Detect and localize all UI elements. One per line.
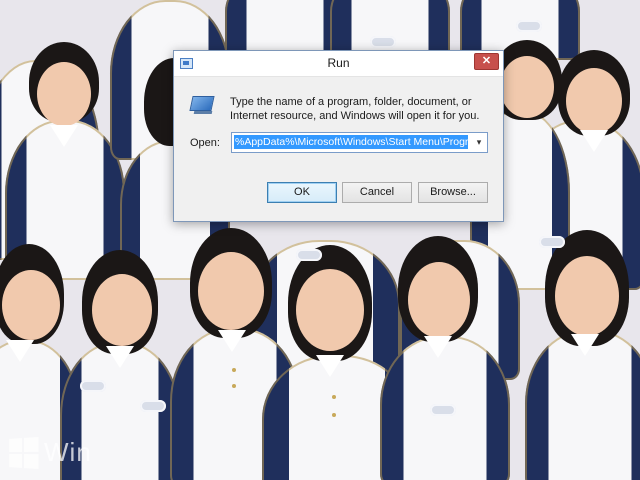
open-combobox[interactable]: %AppData%\Microsoft\Windows\Start Menu\P…: [231, 132, 488, 153]
dialog-title: Run: [327, 56, 350, 70]
windows-logo-icon: [9, 436, 39, 469]
chevron-down-icon[interactable]: ▾: [473, 136, 485, 148]
watermark-text: Win: [44, 437, 92, 467]
dialog-description: Type the name of a program, folder, docu…: [230, 96, 480, 122]
ok-button[interactable]: OK: [267, 182, 337, 203]
run-dialog: Run ✕ Type the name of a program, folder…: [173, 50, 504, 222]
browse-button[interactable]: Browse...: [418, 182, 488, 203]
windows-watermark: Win: [8, 436, 92, 469]
open-label: Open:: [190, 137, 220, 149]
close-button[interactable]: ✕: [474, 53, 499, 70]
open-input-value[interactable]: %AppData%\Microsoft\Windows\Start Menu\P…: [234, 135, 468, 149]
dialog-titlebar[interactable]: Run ✕: [174, 51, 503, 77]
run-program-icon: [189, 96, 215, 116]
cancel-button[interactable]: Cancel: [342, 182, 412, 203]
